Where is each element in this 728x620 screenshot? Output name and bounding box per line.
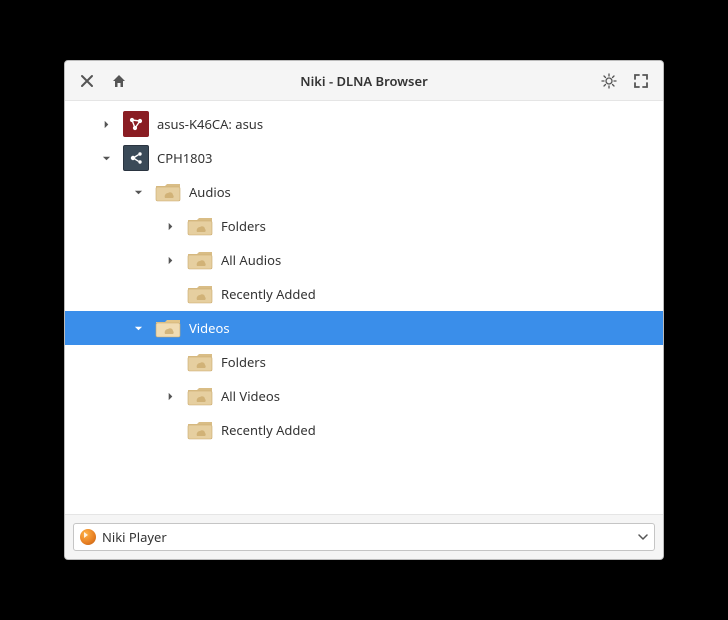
expander-placeholder [161,353,179,371]
tree-row-label: All Audios [221,251,281,269]
tree-row[interactable]: Recently Added [65,413,663,447]
theme-toggle-button[interactable] [595,67,623,95]
tree-row-label: Videos [189,319,230,337]
window: Niki - DLNA Browser asus-K46CA: asus [64,60,664,560]
share-device-icon [123,145,149,171]
fullscreen-icon [633,73,649,89]
bottom-bar: Niki Player [65,514,663,559]
folder-icon [155,317,181,339]
window-title: Niki - DLNA Browser [137,72,591,90]
tree-row-label: CPH1803 [157,149,212,167]
tree-row[interactable]: Folders [65,345,663,379]
tree-row-label: All Videos [221,387,280,405]
tree-row-label: asus-K46CA: asus [157,115,263,133]
folder-icon [187,215,213,237]
folder-icon [187,283,213,305]
collapse-icon[interactable] [97,149,115,167]
folder-icon [187,351,213,373]
player-app-icon [80,529,96,545]
tree-row[interactable]: Recently Added [65,277,663,311]
tree-row-label: Folders [221,353,266,371]
sun-icon [601,73,617,89]
expander-placeholder [161,421,179,439]
folder-icon [155,181,181,203]
expand-icon[interactable] [161,387,179,405]
tree-view[interactable]: asus-K46CA: asus CPH1803 Audios Folders … [65,101,663,514]
folder-icon [187,249,213,271]
folder-icon [187,385,213,407]
chevron-down-icon [638,528,648,546]
fullscreen-button[interactable] [627,67,655,95]
expand-icon[interactable] [161,251,179,269]
tree-row-label: Audios [189,183,231,201]
close-icon [79,73,95,89]
player-select-label: Niki Player [102,528,632,546]
tree-row-label: Folders [221,217,266,235]
player-select[interactable]: Niki Player [73,523,655,551]
collapse-icon[interactable] [129,319,147,337]
folder-icon [187,419,213,441]
expand-icon[interactable] [161,217,179,235]
expander-placeholder [161,285,179,303]
tree-row[interactable]: CPH1803 [65,141,663,175]
close-button[interactable] [73,67,101,95]
home-icon [111,73,127,89]
tree-row-label: Recently Added [221,285,316,303]
media-server-icon [123,111,149,137]
tree-row[interactable]: asus-K46CA: asus [65,107,663,141]
home-button[interactable] [105,67,133,95]
titlebar: Niki - DLNA Browser [65,61,663,101]
tree-row[interactable]: All Audios [65,243,663,277]
collapse-icon[interactable] [129,183,147,201]
tree-row-label: Recently Added [221,421,316,439]
expand-icon[interactable] [97,115,115,133]
tree-row[interactable]: Audios [65,175,663,209]
tree-row[interactable]: Folders [65,209,663,243]
tree-row[interactable]: Videos [65,311,663,345]
tree-row[interactable]: All Videos [65,379,663,413]
